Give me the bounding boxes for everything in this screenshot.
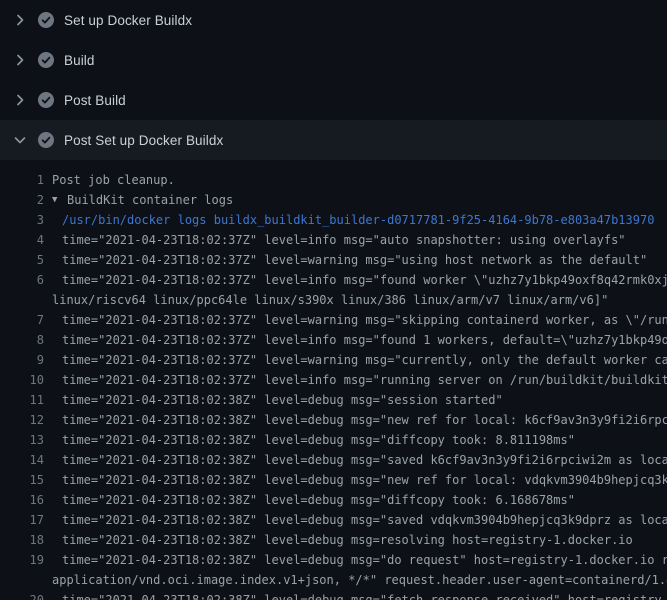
log-line: 16 time="2021-04-23T18:02:38Z" level=debu… [0,490,667,510]
log-text: time="2021-04-23T18:02:38Z" level=debug … [62,550,667,570]
log-line: 5 time="2021-04-23T18:02:37Z" level=warni… [0,250,667,270]
log-line: 1 Post job cleanup. [0,170,667,190]
line-number[interactable]: 13 [0,430,44,450]
step-row-build[interactable]: Build [0,40,667,80]
line-number[interactable]: 16 [0,490,44,510]
line-number [0,570,44,590]
step-list: Set up Docker Buildx Build Post Build Post … [0,0,667,160]
step-row-post-set-up-docker-buildx[interactable]: Post Set up Docker Buildx [0,120,667,160]
step-row-post-build[interactable]: Post Build [0,80,667,120]
line-number[interactable]: 10 [0,370,44,390]
check-circle-icon [38,132,54,148]
line-number[interactable]: 1 [0,170,44,190]
step-row-set-up-docker-buildx[interactable]: Set up Docker Buildx [0,0,667,40]
line-number[interactable]: 14 [0,450,44,470]
log-line: 19 time="2021-04-23T18:02:38Z" level=debu… [0,550,667,570]
log-line: 3/usr/bin/docker logs buildx_buildkit_bu… [0,210,667,230]
log-text: time="2021-04-23T18:02:38Z" level=debug … [62,430,575,450]
command-text: /usr/bin/docker logs buildx_buildkit_bui… [62,210,654,230]
log-line: 4 time="2021-04-23T18:02:37Z" level=info … [0,230,667,250]
log-text: time="2021-04-23T18:02:38Z" level=debug … [62,510,667,530]
log-text: time="2021-04-23T18:02:37Z" level=info m… [62,330,667,350]
line-number[interactable]: 20 [0,590,44,600]
line-number[interactable]: 17 [0,510,44,530]
line-number[interactable]: 2 [0,190,44,210]
log-text: linux/riscv64 linux/ppc64le linux/s390x … [52,290,608,310]
line-number[interactable]: 15 [0,470,44,490]
collapse-triangle-icon[interactable]: ▼ [52,190,67,210]
line-number[interactable]: 8 [0,330,44,350]
line-number[interactable]: 6 [0,270,44,290]
log-text: time="2021-04-23T18:02:37Z" level=warnin… [62,250,647,270]
log-text: time="2021-04-23T18:02:37Z" level=warnin… [62,310,667,330]
step-title: Build [64,53,95,68]
log-text: time="2021-04-23T18:02:37Z" level=info m… [62,230,626,250]
line-number[interactable]: 5 [0,250,44,270]
line-number[interactable]: 9 [0,350,44,370]
line-number[interactable]: 4 [0,230,44,250]
log-text: time="2021-04-23T18:02:38Z" level=debug … [62,390,503,410]
log-text: BuildKit container logs [67,190,233,210]
log-text: application/vnd.oci.image.index.v1+json,… [52,570,667,590]
chevron-right-icon[interactable] [12,92,28,108]
log-text: time="2021-04-23T18:02:38Z" level=debug … [62,530,633,550]
log-line: 13 time="2021-04-23T18:02:38Z" level=debu… [0,430,667,450]
line-number[interactable]: 3 [0,210,44,230]
log-text: time="2021-04-23T18:02:37Z" level=info m… [62,370,667,390]
log-line-continuation: linux/riscv64 linux/ppc64le linux/s390x … [0,290,667,310]
log-text: time="2021-04-23T18:02:37Z" level=warnin… [62,350,667,370]
step-title: Set up Docker Buildx [64,13,192,28]
step-title: Post Set up Docker Buildx [64,133,223,148]
log-text: time="2021-04-23T18:02:38Z" level=debug … [62,590,667,600]
chevron-right-icon[interactable] [12,12,28,28]
line-number [0,290,44,310]
check-circle-icon [38,12,54,28]
line-number[interactable]: 12 [0,410,44,430]
check-circle-icon [38,92,54,108]
check-circle-icon [38,52,54,68]
log-line: 20 time="2021-04-23T18:02:38Z" level=debu… [0,590,667,600]
log-line: 17 time="2021-04-23T18:02:38Z" level=debu… [0,510,667,530]
log-line: 6 time="2021-04-23T18:02:37Z" level=info … [0,270,667,290]
log-line: 2 ▼BuildKit container logs [0,190,667,210]
log-text: time="2021-04-23T18:02:37Z" level=info m… [62,270,667,290]
log-line: 7 time="2021-04-23T18:02:37Z" level=warni… [0,310,667,330]
log-text: time="2021-04-23T18:02:38Z" level=debug … [62,490,575,510]
log-line: 18 time="2021-04-23T18:02:38Z" level=debu… [0,530,667,550]
line-number[interactable]: 19 [0,550,44,570]
line-number[interactable]: 11 [0,390,44,410]
line-number[interactable]: 7 [0,310,44,330]
log-line: 9 time="2021-04-23T18:02:37Z" level=warni… [0,350,667,370]
chevron-down-icon[interactable] [12,132,28,148]
log-text: Post job cleanup. [52,170,175,190]
log-text: time="2021-04-23T18:02:38Z" level=debug … [62,470,667,490]
log-text: time="2021-04-23T18:02:38Z" level=debug … [62,410,667,430]
log-text: time="2021-04-23T18:02:38Z" level=debug … [62,450,667,470]
log-line: 14 time="2021-04-23T18:02:38Z" level=debu… [0,450,667,470]
log-line: 8 time="2021-04-23T18:02:37Z" level=info … [0,330,667,350]
log-area: 1 Post job cleanup. 2 ▼BuildKit container l… [0,160,667,600]
log-line: 12 time="2021-04-23T18:02:38Z" level=debu… [0,410,667,430]
log-line-continuation: application/vnd.oci.image.index.v1+json,… [0,570,667,590]
step-title: Post Build [64,93,126,108]
log-line: 15 time="2021-04-23T18:02:38Z" level=debu… [0,470,667,490]
log-line: 10 time="2021-04-23T18:02:37Z" level=info… [0,370,667,390]
actions-log-viewer: Set up Docker Buildx Build Post Build Post … [0,0,667,600]
log-line: 11 time="2021-04-23T18:02:38Z" level=debu… [0,390,667,410]
chevron-right-icon[interactable] [12,52,28,68]
line-number[interactable]: 18 [0,530,44,550]
